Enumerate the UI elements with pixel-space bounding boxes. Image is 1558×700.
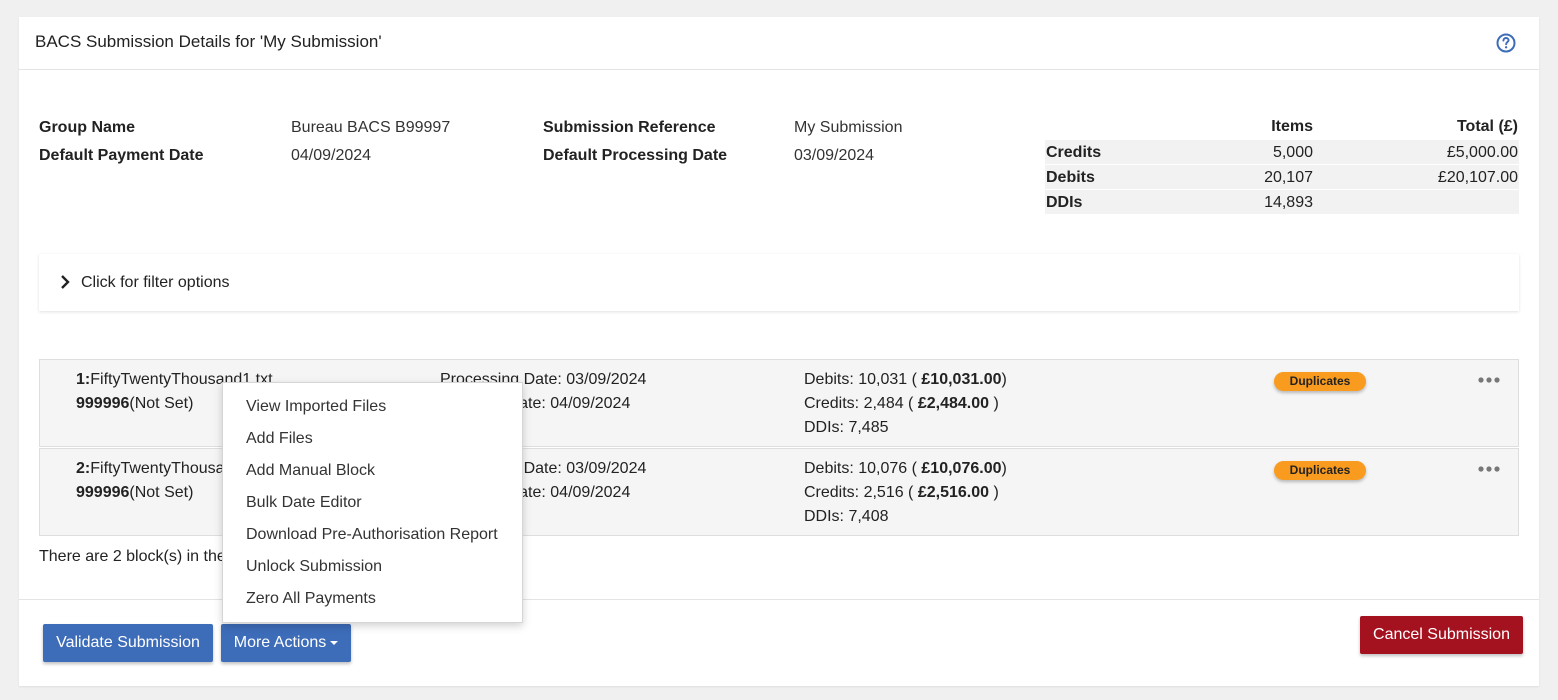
block-debits-count: Debits: 10,031 ( bbox=[804, 371, 922, 388]
totals-row-label: DDIs bbox=[1046, 194, 1083, 211]
totals-row-ddis: DDIs 14,893 bbox=[1045, 189, 1519, 214]
block-debits-suffix: ) bbox=[1001, 460, 1007, 477]
cancel-label: Cancel Submission bbox=[1373, 626, 1510, 643]
total-header: Total (£) bbox=[1456, 118, 1518, 135]
block-account-number: 999996 bbox=[76, 395, 130, 412]
block-credits-count: Credits: 2,484 ( bbox=[804, 395, 918, 412]
page-title: BACS Submission Details for 'My Submissi… bbox=[35, 32, 382, 51]
totals-row-credits: Credits 5,000 £5,000.00 bbox=[1045, 139, 1519, 164]
submission-reference-value: My Submission bbox=[794, 119, 903, 136]
block-debits-amount: £10,076.00 bbox=[921, 460, 1002, 477]
menu-item-unlock-submission[interactable]: Unlock Submission bbox=[246, 551, 382, 583]
block-credits: Credits: 2,516 ( £2,516.00 ) bbox=[804, 484, 999, 502]
block-debits: Debits: 10,031 ( £10,031.00) bbox=[804, 371, 1007, 389]
items-header: Items bbox=[1271, 118, 1313, 135]
block-account-note: (Not Set) bbox=[129, 395, 194, 412]
validate-label: Validate Submission bbox=[56, 634, 200, 651]
caret-down-icon bbox=[330, 640, 339, 645]
card-header: BACS Submission Details for 'My Submissi… bbox=[19, 17, 1539, 70]
block-debits: Debits: 10,076 ( £10,076.00) bbox=[804, 460, 1007, 478]
chevron-right-icon bbox=[61, 275, 70, 289]
question-circle-icon[interactable] bbox=[1495, 32, 1517, 54]
duplicates-badge: Duplicates bbox=[1274, 372, 1366, 391]
default-payment-date-label: Default Payment Date bbox=[39, 147, 204, 164]
group-name-label: Group Name bbox=[39, 119, 136, 136]
totals-row-debits: Debits 20,107 £20,107.00 bbox=[1045, 164, 1519, 189]
filter-toggle[interactable]: Click for filter options bbox=[39, 254, 1519, 311]
block-credits-count: Credits: 2,516 ( bbox=[804, 484, 918, 501]
menu-item-download-pre-authorisation-report[interactable]: Download Pre-Authorisation Report bbox=[246, 519, 498, 551]
block-credits-suffix: ) bbox=[989, 484, 999, 501]
totals-table: Items Total (£) Credits 5,000 £5,000.00 … bbox=[1045, 114, 1519, 214]
more-actions-button[interactable]: More Actions bbox=[221, 624, 351, 662]
more-options-icon[interactable] bbox=[1478, 376, 1500, 384]
menu-item-view-imported-files[interactable]: View Imported Files bbox=[246, 391, 386, 423]
default-payment-date-value: 04/09/2024 bbox=[291, 147, 372, 164]
menu-item-add-files[interactable]: Add Files bbox=[246, 423, 313, 455]
block-ddis: DDIs: 7,408 bbox=[804, 508, 889, 525]
block-debits-suffix: ) bbox=[1001, 371, 1007, 388]
totals-row-items: 5,000 bbox=[1272, 144, 1313, 161]
cancel-submission-button[interactable]: Cancel Submission bbox=[1360, 616, 1523, 654]
block-ddis: DDIs: 7,485 bbox=[804, 419, 889, 436]
menu-item-zero-all-payments[interactable]: Zero All Payments bbox=[246, 583, 376, 615]
block-credits: Credits: 2,484 ( £2,484.00 ) bbox=[804, 395, 999, 413]
totals-row-total: £20,107.00 bbox=[1437, 169, 1518, 186]
totals-row-total: £5,000.00 bbox=[1446, 144, 1518, 161]
block-debits-count: Debits: 10,076 ( bbox=[804, 460, 922, 477]
block-debits-amount: £10,031.00 bbox=[921, 371, 1002, 388]
block-account: 999996(Not Set) bbox=[76, 395, 193, 413]
duplicates-badge: Duplicates bbox=[1274, 461, 1366, 480]
menu-item-add-manual-block[interactable]: Add Manual Block bbox=[246, 455, 375, 487]
submission-reference-label: Submission Reference bbox=[543, 119, 716, 136]
block-credits-amount: £2,484.00 bbox=[917, 395, 990, 412]
block-account: 999996(Not Set) bbox=[76, 484, 193, 502]
block-index: 1: bbox=[76, 371, 91, 388]
totals-row-items: 14,893 bbox=[1264, 194, 1313, 211]
totals-row-label: Credits bbox=[1046, 144, 1102, 161]
totals-row-items: 20,107 bbox=[1264, 169, 1313, 186]
block-account-number: 999996 bbox=[76, 484, 130, 501]
block-account-note: (Not Set) bbox=[129, 484, 194, 501]
totals-header: Items Total (£) bbox=[1045, 114, 1519, 139]
more-options-icon[interactable] bbox=[1478, 465, 1500, 473]
validate-submission-button[interactable]: Validate Submission bbox=[43, 624, 213, 662]
block-index: 2: bbox=[76, 460, 91, 477]
totals-row-label: Debits bbox=[1046, 169, 1095, 186]
more-actions-menu: View Imported Files Add Files Add Manual… bbox=[222, 382, 523, 623]
default-processing-date-label: Default Processing Date bbox=[543, 147, 728, 164]
menu-item-bulk-date-editor[interactable]: Bulk Date Editor bbox=[246, 487, 362, 519]
group-name-value: Bureau BACS B99997 bbox=[291, 119, 451, 136]
block-credits-amount: £2,516.00 bbox=[917, 484, 990, 501]
more-actions-label: More Actions bbox=[233, 634, 327, 651]
default-processing-date-value: 03/09/2024 bbox=[794, 147, 875, 164]
filter-label: Click for filter options bbox=[81, 274, 230, 291]
block-credits-suffix: ) bbox=[989, 395, 999, 412]
